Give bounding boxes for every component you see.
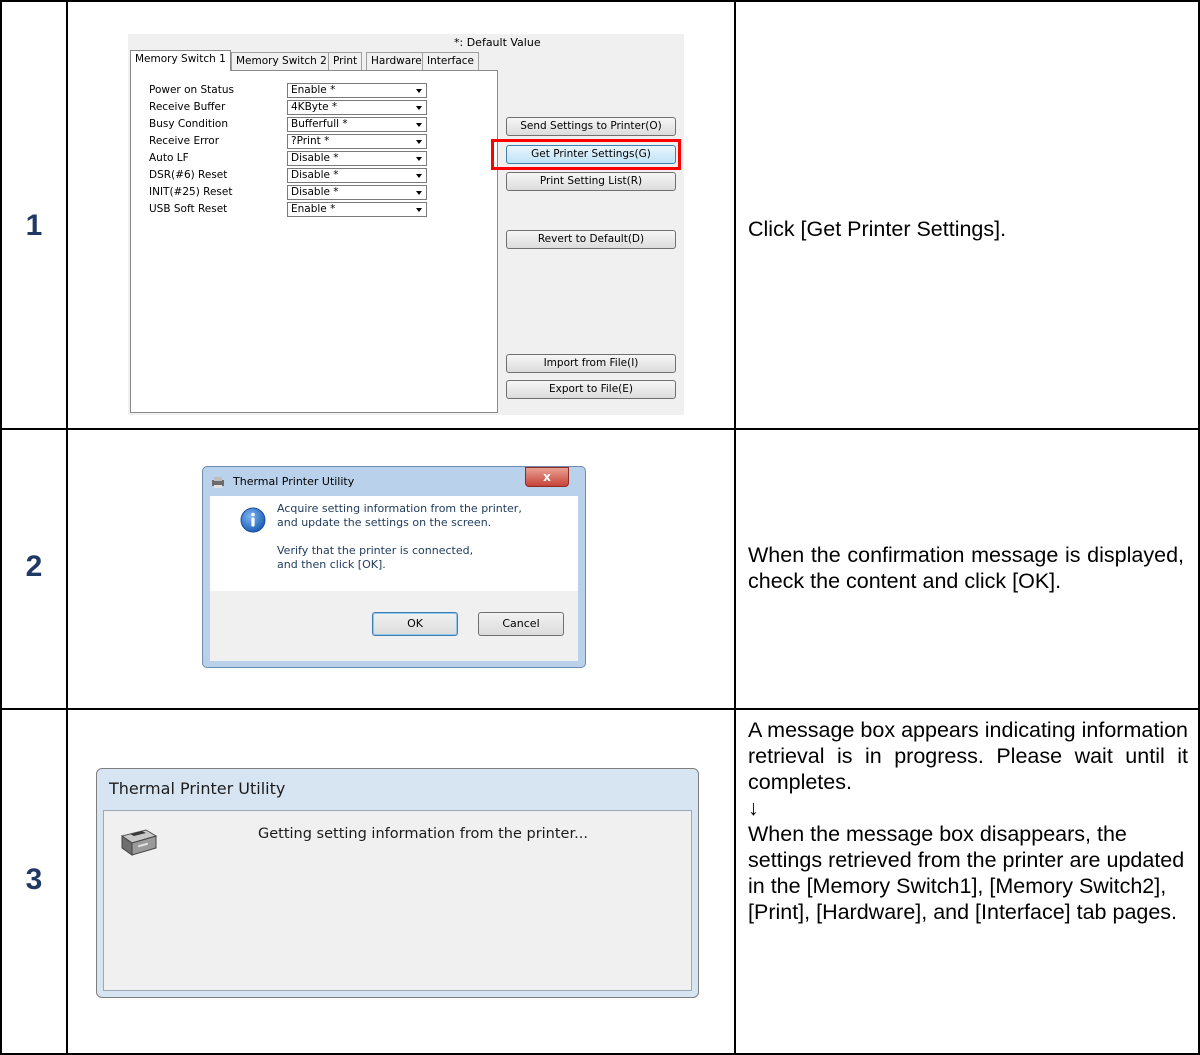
- select-value: ?Print *: [291, 135, 330, 147]
- close-button[interactable]: x: [525, 467, 569, 487]
- step-description-text: When the message box disappears, the set…: [748, 822, 1185, 924]
- table-border-top: [0, 0, 1200, 2]
- step-description: Click [Get Printer Settings].: [748, 217, 1007, 241]
- chevron-down-icon: [416, 89, 422, 93]
- tab-memory-switch-2[interactable]: Memory Switch 2: [231, 52, 332, 70]
- info-icon: [240, 507, 266, 533]
- setting-select[interactable]: Disable *: [287, 168, 427, 183]
- setting-label: Receive Buffer: [149, 101, 226, 113]
- step-description: When the confirmation message is display…: [748, 543, 1184, 593]
- setting-row: USB Soft Reset Enable *: [131, 202, 497, 218]
- message-line: Acquire setting information from the pri…: [277, 502, 522, 515]
- setting-row: Auto LF Disable *: [131, 151, 497, 167]
- dialog-title: Thermal Printer Utility: [233, 475, 355, 488]
- step-description-block: A message box appears indicating informa…: [748, 717, 1188, 925]
- tab-print[interactable]: Print: [328, 52, 363, 70]
- import-from-file-button[interactable]: Import from File(I): [506, 354, 676, 373]
- setting-label: DSR(#6) Reset: [149, 169, 228, 181]
- step-description-text: A message box appears indicating informa…: [748, 718, 1188, 794]
- chevron-down-icon: [416, 208, 422, 212]
- select-value: Disable *: [291, 152, 339, 164]
- row-divider: [0, 428, 1200, 430]
- tab-memory-switch-1[interactable]: Memory Switch 1: [130, 50, 231, 71]
- row-divider: [0, 708, 1200, 710]
- chevron-down-icon: [416, 174, 422, 178]
- setting-label: INIT(#25) Reset: [149, 186, 233, 198]
- default-value-note: *: Default Value: [454, 36, 541, 49]
- setting-label: USB Soft Reset: [149, 203, 228, 215]
- memory-switch-1-panel: Power on Status Enable * Receive Buffer …: [130, 70, 498, 413]
- dialog-titlebar: Thermal Printer Utility x: [203, 467, 585, 497]
- dialog-title: Thermal Printer Utility: [109, 779, 286, 798]
- step-arrow: ↓: [748, 796, 759, 820]
- progress-message: Getting setting information from the pri…: [258, 826, 588, 842]
- dialog-message: Acquire setting information from the pri…: [277, 502, 522, 572]
- chevron-down-icon: [416, 191, 422, 195]
- message-line: Verify that the printer is connected,: [277, 544, 474, 557]
- select-value: Enable *: [291, 203, 336, 215]
- export-to-file-button[interactable]: Export to File(E): [506, 380, 676, 399]
- highlight-box: [491, 139, 681, 170]
- setting-row: Power on Status Enable *: [131, 83, 497, 99]
- setting-row: INIT(#25) Reset Disable *: [131, 185, 497, 201]
- message-line: and then click [OK].: [277, 558, 386, 571]
- dialog-footer: OK Cancel: [210, 591, 578, 661]
- tab-interface[interactable]: Interface: [422, 52, 480, 70]
- message-line: and update the settings on the screen.: [277, 516, 492, 529]
- setting-row: Receive Error ?Print *: [131, 134, 497, 150]
- select-value: Disable *: [291, 186, 339, 198]
- printer-app-icon: [212, 477, 224, 488]
- select-value: Enable *: [291, 84, 336, 96]
- chevron-down-icon: [416, 140, 422, 144]
- setting-select[interactable]: ?Print *: [287, 134, 427, 149]
- setting-row: Receive Buffer 4KByte *: [131, 100, 497, 116]
- revert-to-default-button[interactable]: Revert to Default(D): [506, 230, 676, 249]
- select-value: 4KByte *: [291, 101, 338, 113]
- ok-button[interactable]: OK: [372, 612, 458, 636]
- setting-label: Receive Error: [149, 135, 220, 147]
- setting-select[interactable]: Bufferfull *: [287, 117, 427, 132]
- step-number: 3: [25, 863, 43, 896]
- setting-row: DSR(#6) Reset Disable *: [131, 168, 497, 184]
- setting-label: Power on Status: [149, 84, 234, 96]
- select-value: Bufferfull *: [291, 118, 348, 130]
- dialog-body: Getting setting information from the pri…: [103, 810, 692, 991]
- progress-dialog: Thermal Printer Utility Getting setting …: [96, 768, 699, 998]
- chevron-down-icon: [416, 157, 422, 161]
- settings-screen: *: Default Value Memory Switch 1 Memory …: [128, 34, 684, 415]
- select-value: Disable *: [291, 169, 339, 181]
- setting-select[interactable]: Enable *: [287, 83, 427, 98]
- column-divider: [734, 0, 736, 1055]
- setting-select[interactable]: Disable *: [287, 151, 427, 166]
- chevron-down-icon: [416, 123, 422, 127]
- setting-label: Auto LF: [149, 152, 189, 164]
- step-number: 2: [25, 550, 43, 583]
- tab-hardware[interactable]: Hardware: [366, 52, 427, 70]
- print-setting-list-button[interactable]: Print Setting List(R): [506, 172, 676, 191]
- setting-row: Busy Condition Bufferfull *: [131, 117, 497, 133]
- setting-select[interactable]: 4KByte *: [287, 100, 427, 115]
- setting-label: Busy Condition: [149, 118, 228, 130]
- cancel-button[interactable]: Cancel: [478, 612, 564, 636]
- confirm-dialog: Thermal Printer Utility x Acquire settin…: [202, 466, 586, 668]
- dialog-body: Acquire setting information from the pri…: [210, 496, 578, 591]
- setting-select[interactable]: Enable *: [287, 202, 427, 217]
- printer-icon: [120, 829, 158, 856]
- chevron-down-icon: [416, 106, 422, 110]
- setting-select[interactable]: Disable *: [287, 185, 427, 200]
- send-settings-button[interactable]: Send Settings to Printer(O): [506, 117, 676, 136]
- step-number: 1: [25, 209, 43, 242]
